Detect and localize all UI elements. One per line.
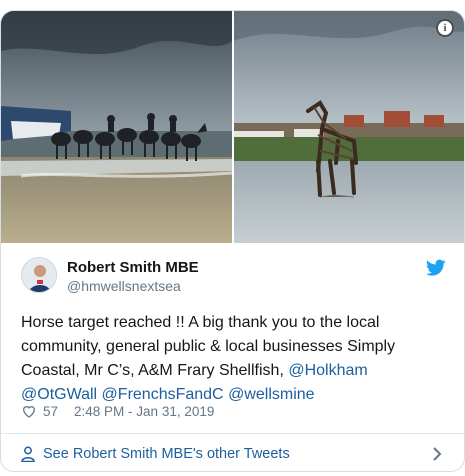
tweet-author[interactable]: Robert Smith MBE @hmwellsnextsea bbox=[21, 257, 446, 297]
mention-link-holkham[interactable]: @Holkham bbox=[288, 362, 367, 379]
see-other-tweets-link[interactable]: See Robert Smith MBE's other Tweets bbox=[21, 439, 446, 469]
divider bbox=[1, 433, 464, 434]
tweet-text: Horse target reached !! A big thank you … bbox=[21, 311, 446, 407]
twitter-bird-icon[interactable] bbox=[425, 259, 446, 277]
tweet-media[interactable]: i bbox=[1, 11, 464, 243]
author-handle[interactable]: @hmwellsnextsea bbox=[67, 278, 181, 294]
info-icon[interactable]: i bbox=[436, 19, 454, 37]
tweet-meta: 57 2:48 PM - Jan 31, 2019 bbox=[21, 401, 214, 421]
mention-link-wellsmine[interactable]: @wellsmine bbox=[228, 386, 314, 403]
see-other-tweets-label[interactable]: See Robert Smith MBE's other Tweets bbox=[43, 446, 290, 462]
chevron-right-icon[interactable] bbox=[432, 447, 442, 461]
tweet-timestamp[interactable]: 2:48 PM - Jan 31, 2019 bbox=[74, 404, 214, 419]
heart-icon[interactable] bbox=[21, 403, 37, 419]
like-count[interactable]: 57 bbox=[43, 404, 58, 419]
author-name[interactable]: Robert Smith MBE bbox=[67, 259, 199, 276]
embedded-tweet-card: i Robert Smith MBE @hmwellsnextsea Horse… bbox=[0, 10, 465, 472]
person-icon bbox=[21, 446, 35, 463]
avatar[interactable] bbox=[21, 257, 57, 293]
photo-horse-sculpture[interactable]: i bbox=[234, 11, 464, 243]
photo-horses-on-beach[interactable] bbox=[1, 11, 232, 243]
